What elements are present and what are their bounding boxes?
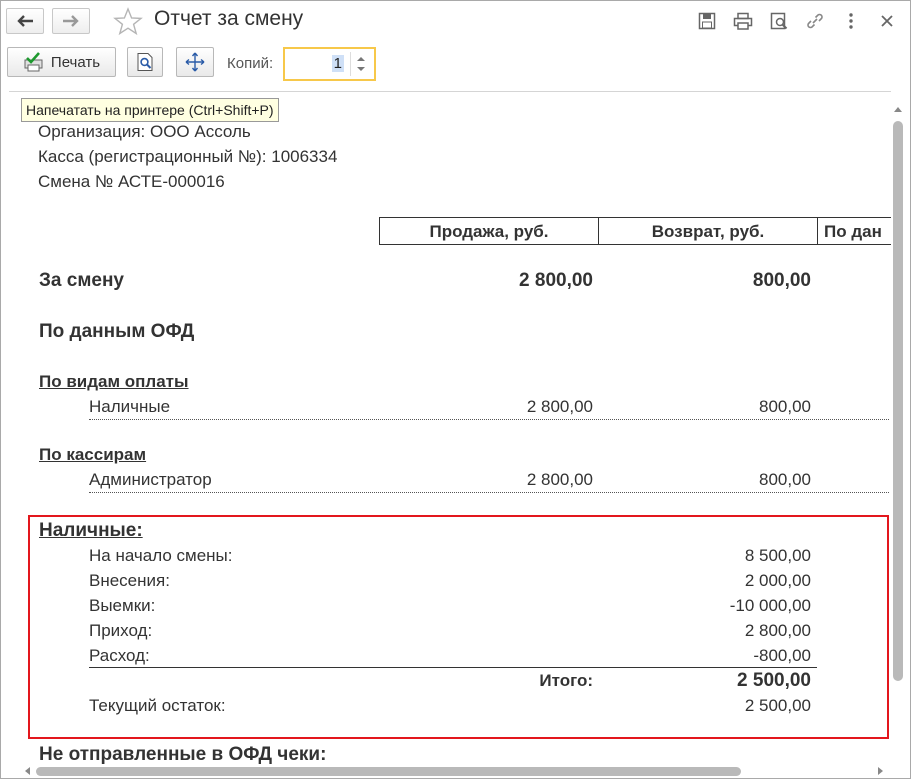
cash-row-label: Приход: bbox=[89, 621, 153, 640]
copies-value[interactable]: 1 bbox=[331, 55, 344, 72]
for-shift-label: За смену bbox=[39, 270, 124, 291]
cash-row-label: Внесения: bbox=[89, 571, 170, 590]
page-preview-icon bbox=[137, 53, 153, 71]
for-shift-sale: 2 800,00 bbox=[519, 270, 593, 291]
column-header-ofd: По дан bbox=[817, 217, 891, 245]
copies-field[interactable]: 1 bbox=[283, 47, 376, 81]
forward-arrow-icon bbox=[63, 15, 79, 27]
balance-label: Текущий остаток: bbox=[89, 696, 226, 715]
vertical-scrollbar[interactable] bbox=[891, 99, 905, 764]
copies-stepper[interactable] bbox=[350, 52, 371, 76]
scroll-left-icon[interactable] bbox=[21, 764, 33, 778]
cash-row-value: -10 000,00 bbox=[729, 596, 811, 615]
cash-row-label: Выемки: bbox=[89, 596, 156, 615]
for-shift-return: 800,00 bbox=[752, 270, 811, 291]
cashier-row-divider bbox=[89, 492, 889, 493]
horizontal-scrollbar[interactable] bbox=[19, 764, 889, 778]
title-bar: Отчет за смену bbox=[1, 1, 910, 41]
payment-row-divider bbox=[89, 419, 889, 420]
cash-row-label: Расход: bbox=[89, 646, 150, 665]
print-tooltip: Напечатать на принтере (Ctrl+Shift+P) bbox=[21, 98, 279, 122]
shift-line: Смена № АСТЕ-000016 bbox=[38, 172, 225, 191]
fit-page-icon bbox=[185, 52, 205, 72]
cash-row-value: -800,00 bbox=[753, 646, 811, 665]
link-button[interactable] bbox=[802, 10, 828, 32]
more-button[interactable] bbox=[838, 10, 864, 32]
unsent-heading: Не отправленные в ОФД чеки: bbox=[39, 744, 327, 765]
cash-total-value: 2 500,00 bbox=[737, 670, 811, 691]
report-document: Организация: ООО Ассоль Касса (регистрац… bbox=[9, 91, 891, 765]
cashier-row-sale: 2 800,00 bbox=[526, 470, 593, 489]
cash-row-value: 2 800,00 bbox=[744, 621, 811, 640]
cash-row-value: 8 500,00 bbox=[744, 546, 811, 565]
horizontal-scroll-thumb[interactable] bbox=[36, 767, 741, 776]
fit-page-button[interactable] bbox=[176, 47, 214, 77]
ofd-heading: По данным ОФД bbox=[39, 321, 195, 342]
toolbar: Печать Копий: 1 bbox=[1, 41, 910, 91]
scroll-up-icon[interactable] bbox=[891, 103, 905, 115]
forward-button[interactable] bbox=[52, 8, 90, 34]
column-header-sale: Продажа, руб. bbox=[379, 217, 599, 245]
payment-row-return: 800,00 bbox=[759, 397, 811, 416]
print-button[interactable] bbox=[730, 10, 756, 32]
by-cashier-heading: По кассирам bbox=[39, 445, 147, 464]
stepper-arrows-icon bbox=[357, 57, 365, 71]
preview-page-button[interactable] bbox=[127, 47, 163, 77]
payment-row-label: Наличные bbox=[89, 397, 171, 416]
by-payment-heading: По видам оплаты bbox=[39, 372, 189, 391]
cashier-row-return: 800,00 bbox=[759, 470, 811, 489]
save-button[interactable] bbox=[694, 10, 720, 32]
back-button[interactable] bbox=[6, 8, 44, 34]
balance-value: 2 500,00 bbox=[744, 696, 811, 715]
payment-row-sale: 2 800,00 bbox=[526, 397, 593, 416]
link-icon bbox=[807, 13, 823, 29]
save-icon bbox=[698, 12, 716, 30]
cashier-row-label: Администратор bbox=[89, 470, 212, 489]
register-line: Касса (регистрационный №): 1006334 bbox=[38, 147, 338, 166]
back-arrow-icon bbox=[17, 15, 33, 27]
organization-line: Организация: ООО Ассоль bbox=[38, 122, 251, 141]
cash-heading: Наличные: bbox=[39, 520, 143, 541]
cash-total-divider bbox=[89, 667, 817, 668]
printer-check-icon bbox=[24, 52, 43, 72]
window-title: Отчет за смену bbox=[154, 7, 304, 30]
copies-label: Копий: bbox=[227, 55, 274, 72]
favorite-button[interactable] bbox=[113, 7, 143, 42]
close-button[interactable] bbox=[874, 10, 900, 32]
more-icon bbox=[849, 13, 853, 29]
report-window: Отчет за смену Печать Копий: 1 Напечатат… bbox=[0, 0, 911, 779]
close-icon bbox=[881, 15, 893, 27]
cash-row-value: 2 000,00 bbox=[744, 571, 811, 590]
scroll-right-icon[interactable] bbox=[875, 764, 887, 778]
preview-button[interactable] bbox=[766, 10, 792, 32]
title-actions bbox=[694, 10, 900, 32]
print-label: Печать bbox=[50, 53, 101, 71]
cash-row-label: На начало смены: bbox=[89, 546, 233, 565]
preview-icon bbox=[770, 12, 788, 30]
column-header-return: Возврат, руб. bbox=[598, 217, 818, 245]
print-icon bbox=[733, 12, 753, 30]
vertical-scroll-thumb[interactable] bbox=[893, 121, 903, 681]
print-button-main[interactable]: Печать bbox=[7, 47, 116, 77]
cash-total-label: Итого: bbox=[539, 671, 593, 690]
star-icon bbox=[113, 7, 143, 36]
